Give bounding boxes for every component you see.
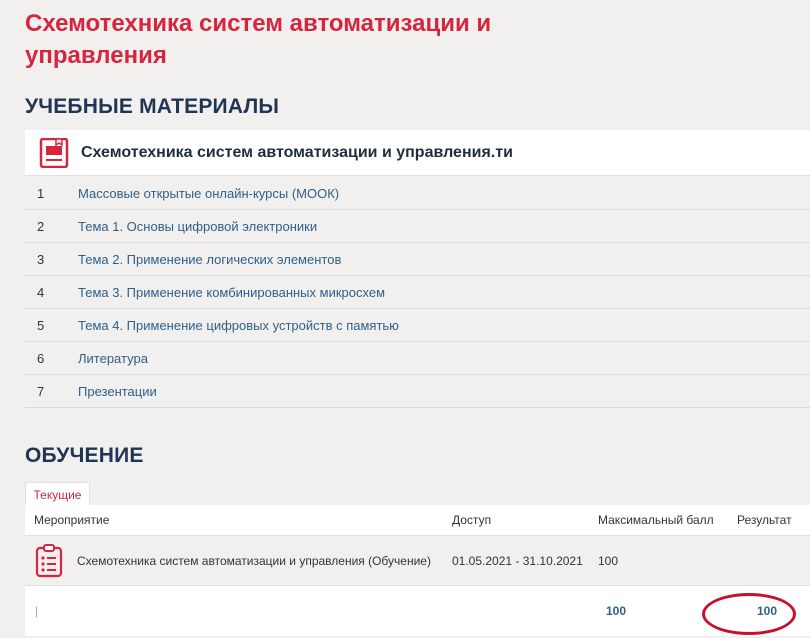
material-item: 7 Презентации	[25, 375, 810, 408]
max-score: 100	[598, 553, 619, 568]
access-dates: 01.05.2021 - 31.10.2021	[452, 553, 583, 568]
learning-table: Мероприятие Доступ Максимальный балл Рез…	[25, 505, 810, 636]
total-marker: |	[35, 604, 39, 618]
event-name[interactable]: Схемотехника систем автоматизации и упра…	[77, 554, 431, 568]
book-icon	[39, 137, 69, 168]
material-item: 3 Тема 2. Применение логических элементо…	[25, 243, 810, 276]
tab-current[interactable]: Текущие	[25, 482, 90, 506]
material-number: 2	[37, 218, 45, 234]
materials-heading: УЧЕБНЫЕ МАТЕРИАЛЫ	[25, 95, 280, 118]
material-item: 5 Тема 4. Применение цифровых устройств …	[25, 309, 810, 342]
course-name: Схемотехника систем автоматизации и упра…	[81, 143, 513, 161]
event-cell: Схемотехника систем автоматизации и упра…	[25, 543, 452, 578]
material-item: 6 Литература	[25, 342, 810, 375]
checklist-icon	[35, 543, 63, 577]
column-access: Доступ	[452, 513, 492, 527]
material-link-presentations[interactable]: Презентации	[78, 384, 157, 399]
column-event: Мероприятие	[34, 513, 110, 527]
table-row[interactable]: Схемотехника систем автоматизации и упра…	[25, 536, 810, 586]
column-max-score: Максимальный балл	[598, 513, 714, 527]
material-number: 5	[37, 317, 45, 333]
table-header: Мероприятие Доступ Максимальный балл Рез…	[25, 505, 810, 536]
material-item: 1 Массовые открытые онлайн-курсы (МООК)	[25, 177, 810, 210]
material-number: 7	[37, 383, 45, 399]
column-result: Результат	[737, 513, 792, 527]
course-header[interactable]: Схемотехника систем автоматизации и упра…	[25, 130, 810, 176]
page-title: Схемотехника систем автоматизации и упра…	[25, 10, 492, 69]
material-item: 4 Тема 3. Применение комбинированных мик…	[25, 276, 810, 309]
material-number: 4	[37, 284, 45, 300]
materials-list: 1 Массовые открытые онлайн-курсы (МООК) …	[25, 177, 810, 408]
material-link-topic-3[interactable]: Тема 3. Применение комбинированных микро…	[78, 285, 385, 300]
material-link-mooc[interactable]: Массовые открытые онлайн-курсы (МООК)	[78, 186, 339, 201]
material-link-topic-2[interactable]: Тема 2. Применение логических элементов	[78, 252, 341, 267]
total-row: | 100 100	[25, 586, 810, 636]
material-link-literature[interactable]: Литература	[78, 351, 148, 366]
material-number: 3	[37, 251, 45, 267]
material-item: 2 Тема 1. Основы цифровой электроники	[25, 210, 810, 243]
highlight-ellipse	[702, 593, 796, 635]
material-link-topic-4[interactable]: Тема 4. Применение цифровых устройств с …	[78, 318, 399, 333]
material-number: 1	[37, 185, 45, 201]
material-number: 6	[37, 350, 45, 366]
material-link-topic-1[interactable]: Тема 1. Основы цифровой электроники	[78, 219, 317, 234]
learning-heading: ОБУЧЕНИЕ	[25, 444, 144, 467]
